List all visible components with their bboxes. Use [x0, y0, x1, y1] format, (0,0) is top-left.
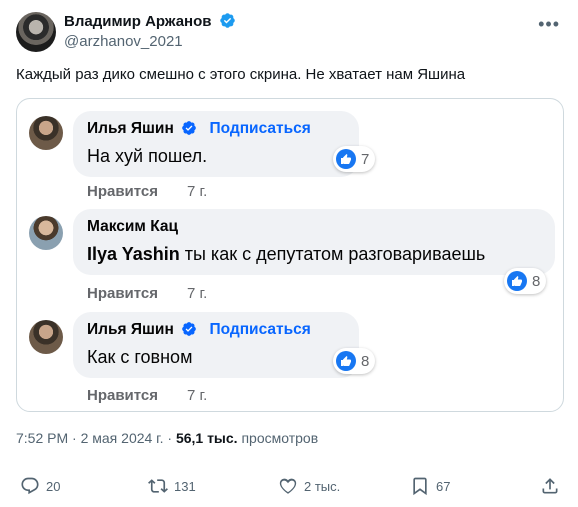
- comment-time: 7 г.: [187, 183, 208, 200]
- reaction-number: 8: [361, 352, 370, 370]
- author-name-text[interactable]: Владимир Аржанов: [64, 13, 212, 30]
- views-label: просмотров: [237, 430, 319, 446]
- bookmark-count: 67: [436, 478, 451, 494]
- reaction-count: 8: [333, 348, 376, 374]
- comment-text: Как с говном: [87, 347, 193, 367]
- tweet-date[interactable]: 2 мая 2024 г.: [81, 430, 164, 446]
- repost-count: 131: [174, 478, 196, 494]
- comment-author: Максим Кац: [87, 218, 178, 235]
- author-avatar[interactable]: [16, 12, 56, 52]
- commenter-avatar: [29, 216, 63, 250]
- like-count: 2 тыс.: [304, 478, 341, 494]
- comment-author-text: Илья Яшин: [87, 321, 174, 338]
- repost-button[interactable]: 131: [148, 476, 196, 496]
- tweet-actions: 20 131 2 тыс. 67: [0, 470, 578, 500]
- comment-time: 7 г.: [187, 285, 208, 302]
- comment-time: 7 г.: [187, 387, 208, 404]
- author-handle[interactable]: @arzhanov_2021: [64, 33, 183, 50]
- meta-separator: ·: [163, 430, 176, 446]
- share-button[interactable]: [540, 476, 566, 496]
- comment-author: Илья Яшин Подписаться: [87, 120, 311, 141]
- like-reaction-icon: [336, 351, 356, 371]
- comment-bubble: Максим Кац Ilya Yashin ты как с депутато…: [73, 209, 555, 275]
- views-count: 56,1 тыс.: [175, 430, 238, 446]
- verified-badge-icon: [181, 120, 197, 141]
- comment-like-action: Нравится: [87, 183, 159, 200]
- share-icon: [542, 478, 558, 494]
- comment-bubble: Илья Яшин Подписаться На хуй пошел.: [73, 111, 359, 177]
- like-reaction-icon: [507, 271, 527, 291]
- subscribe-link: Подписаться: [209, 120, 311, 137]
- comment-like-action: Нравится: [87, 387, 159, 404]
- comment-text: Ilya Yashin ты как с депутатом разговари…: [87, 244, 485, 265]
- bookmark-button[interactable]: 67: [410, 476, 450, 496]
- comment-author-text: Илья Яшин: [87, 120, 174, 137]
- comment-bubble: Илья Яшин Подписаться Как с говном: [73, 312, 359, 378]
- verified-badge-icon: [219, 12, 236, 33]
- heart-icon: [279, 478, 297, 494]
- verified-badge-icon: [181, 321, 197, 342]
- author-name[interactable]: Владимир Аржанов: [64, 12, 236, 33]
- commenter-avatar: [29, 116, 63, 150]
- tweet-meta: 7:52 PM · 2 мая 2024 г. · 56,1 тыс. прос…: [16, 430, 318, 446]
- bookmark-icon: [413, 477, 427, 496]
- comment-text-body: ты как с депутатом разговариваешь: [179, 244, 486, 264]
- repost-icon: [148, 479, 168, 493]
- more-options-icon[interactable]: •••: [538, 14, 560, 35]
- reaction-number: 7: [361, 150, 370, 168]
- attached-screenshot[interactable]: Илья Яшин Подписаться На хуй пошел. 7 Нр…: [16, 98, 564, 412]
- reply-icon: [21, 477, 39, 495]
- reply-button[interactable]: 20: [20, 476, 60, 496]
- like-reaction-icon: [336, 149, 356, 169]
- reaction-count: 7: [333, 146, 376, 172]
- comment-text: На хуй пошел.: [87, 146, 208, 166]
- comment-author: Илья Яшин Подписаться: [87, 321, 311, 342]
- like-button[interactable]: 2 тыс.: [278, 476, 340, 496]
- subscribe-link: Подписаться: [209, 321, 311, 338]
- commenter-avatar: [29, 320, 63, 354]
- reaction-count: 8: [504, 268, 547, 294]
- tweet-text: Каждый раз дико смешно с этого скрина. Н…: [16, 66, 466, 83]
- reply-count: 20: [46, 478, 61, 494]
- mention-link: Ilya Yashin: [87, 244, 180, 264]
- reaction-number: 8: [532, 272, 541, 290]
- meta-separator: ·: [68, 430, 81, 446]
- tweet-time[interactable]: 7:52 PM: [16, 430, 68, 446]
- comment-like-action: Нравится: [87, 285, 159, 302]
